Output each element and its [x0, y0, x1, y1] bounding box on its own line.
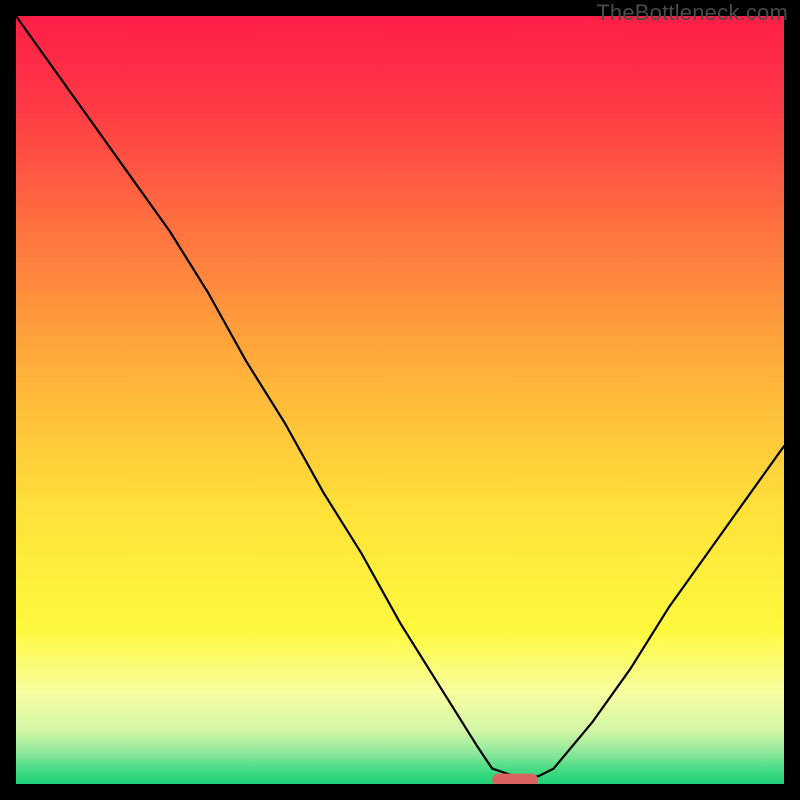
- chart-svg: [16, 16, 784, 784]
- chart-frame: TheBottleneck.com: [0, 0, 800, 800]
- bottleneck-marker: [492, 774, 538, 784]
- plot-area: [16, 16, 784, 784]
- gradient-background: [16, 16, 784, 784]
- watermark-text: TheBottleneck.com: [596, 0, 788, 26]
